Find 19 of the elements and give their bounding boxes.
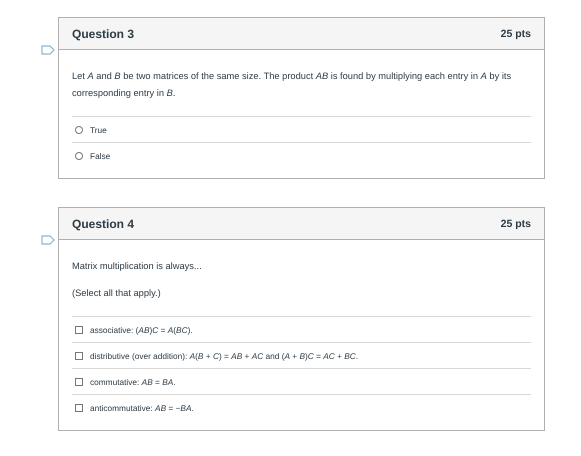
- question-text: Let A and B be two matrices of the same size. The product AB is found by multiplying each entry in A by its corresponding entry in B.: [72, 70, 512, 100]
- checkbox[interactable]: [75, 404, 83, 412]
- checkbox[interactable]: [75, 378, 83, 386]
- question-text: (Select all that apply.): [72, 287, 162, 300]
- answer-label: False: [90, 150, 110, 160]
- question-points: 25 pts: [500, 28, 531, 40]
- checkbox[interactable]: [75, 352, 83, 360]
- answer-label: commutative: AB = BA.: [90, 376, 176, 386]
- question-points: 25 pts: [500, 218, 531, 230]
- question-title: Question 3: [72, 26, 134, 40]
- answer-label: distributive (over addition): A(B + C) = AB + AC and (A + B)C = AC + BC.: [90, 350, 358, 360]
- question-title: Question 4: [72, 216, 134, 230]
- answer-label: associative: (AB)C = A(BC).: [90, 324, 193, 334]
- checkbox[interactable]: [75, 326, 83, 334]
- answer-label: anticommutative: AB = −BA.: [90, 402, 194, 412]
- radio-button[interactable]: [75, 126, 83, 134]
- radio-button[interactable]: [75, 152, 83, 160]
- answer-label: True: [90, 124, 107, 134]
- question-text: Matrix multiplication is always...: [72, 260, 203, 273]
